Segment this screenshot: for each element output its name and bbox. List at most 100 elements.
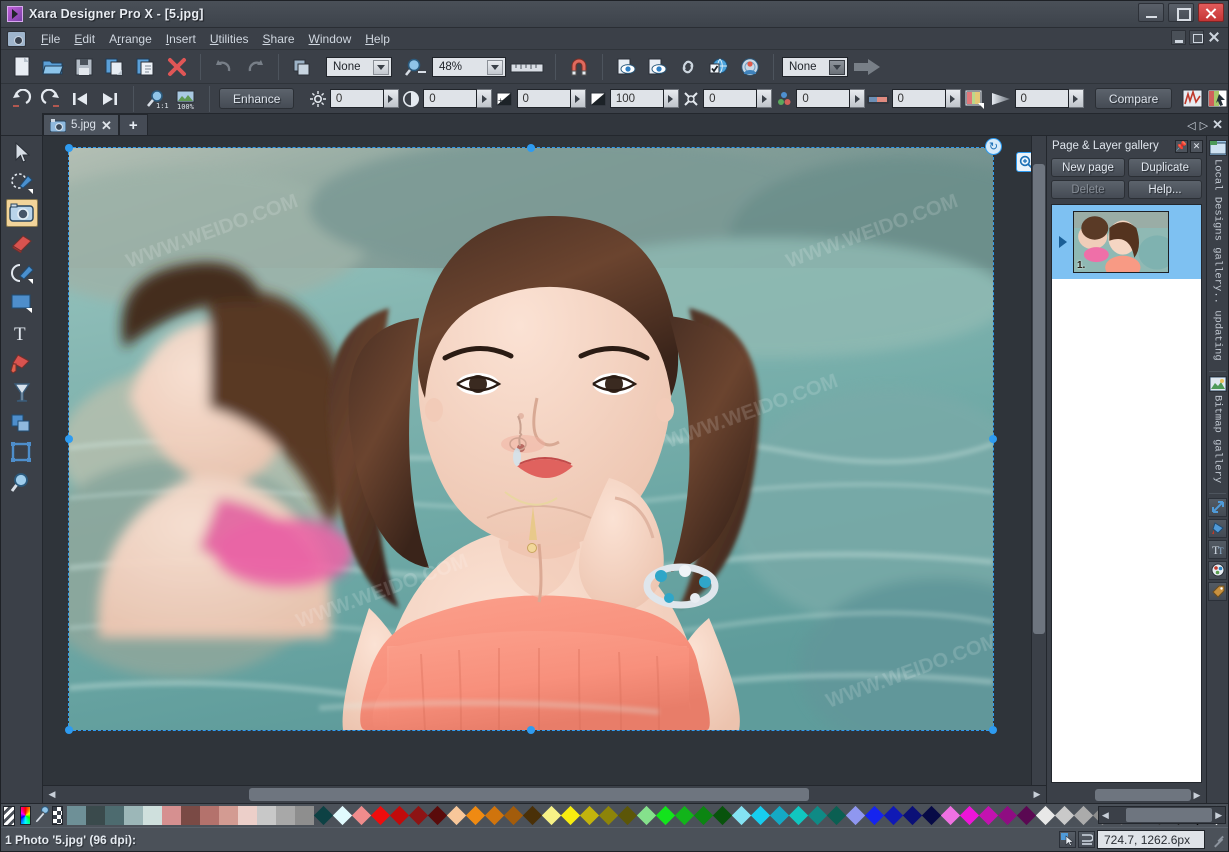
brightness-value[interactable]: 0 <box>329 89 384 108</box>
palette-swatch[interactable] <box>579 805 600 826</box>
palette-swatch[interactable] <box>332 805 353 826</box>
menu-item-arrange[interactable]: Arrange <box>102 30 159 48</box>
menu-item-window[interactable]: Window <box>302 30 359 48</box>
palette-swatch[interactable] <box>351 805 372 826</box>
shadow-tool[interactable] <box>6 409 38 437</box>
layer-select[interactable]: None <box>782 56 848 77</box>
gallery-footer-scroll[interactable]: ▶ <box>1047 787 1206 803</box>
selector-status-icon[interactable] <box>1059 831 1076 848</box>
temperature-value[interactable]: 0 <box>891 89 946 108</box>
transparency-spinner[interactable]: 0 <box>1014 89 1084 108</box>
vertical-scroll-thumb[interactable] <box>1033 164 1045 634</box>
horizontal-scroll-thumb[interactable] <box>249 788 809 801</box>
palette-scroll-right[interactable]: ▶ <box>1212 809 1225 822</box>
zoom-magnifier-icon[interactable] <box>401 53 431 81</box>
theme-swatch[interactable] <box>276 806 296 825</box>
palette-swatch[interactable] <box>313 805 334 826</box>
theme-swatch[interactable] <box>124 806 144 825</box>
palette-swatch[interactable] <box>522 805 543 826</box>
link-icon[interactable] <box>673 53 703 81</box>
levels-spinner[interactable]: 100 <box>609 89 679 108</box>
redo-icon[interactable] <box>240 53 270 81</box>
temperature-stepper[interactable] <box>945 89 961 108</box>
fill-tool[interactable] <box>6 349 38 377</box>
color-editor-icon[interactable] <box>1208 560 1227 580</box>
color-wheel-icon[interactable] <box>19 806 31 825</box>
palette-swatch[interactable] <box>921 805 942 826</box>
levels-value[interactable]: 100 <box>609 89 664 108</box>
save-icon[interactable] <box>69 53 99 81</box>
blur-stepper[interactable] <box>757 89 773 108</box>
palette-swatch[interactable] <box>370 805 391 826</box>
enhance-button[interactable]: Enhance <box>219 88 295 109</box>
palette-swatch[interactable] <box>655 805 676 826</box>
new-document-icon[interactable] <box>7 53 37 81</box>
eyedropper-icon[interactable] <box>31 806 51 825</box>
theme-swatch[interactable] <box>238 806 258 825</box>
delete-button[interactable]: Delete <box>1051 180 1125 199</box>
close-button[interactable] <box>1198 3 1224 22</box>
canvas-vertical-scrollbar[interactable] <box>1031 136 1046 785</box>
new-tab-button[interactable]: + <box>118 114 148 135</box>
brightness-spinner[interactable]: 0 <box>329 89 399 108</box>
name-tag-icon[interactable] <box>1208 581 1227 601</box>
gallery-scroll-thumb[interactable] <box>1095 789 1191 801</box>
next-photo-icon[interactable] <box>96 85 124 113</box>
palette-swatch[interactable] <box>560 805 581 826</box>
fill-properties-icon[interactable] <box>1208 518 1227 538</box>
chevron-down-icon[interactable] <box>487 59 503 75</box>
theme-swatch[interactable] <box>86 806 106 825</box>
minimize-button[interactable] <box>1138 3 1164 22</box>
color-select-icon[interactable] <box>1206 85 1228 113</box>
mdi-restore-button[interactable] <box>1189 30 1204 45</box>
gradient-fill-icon[interactable] <box>963 85 987 113</box>
text-tool[interactable]: T <box>6 319 38 347</box>
contrast-stepper[interactable] <box>477 89 493 108</box>
palette-swatch[interactable] <box>845 805 866 826</box>
maximize-button[interactable] <box>1168 3 1194 22</box>
show-preview-icon[interactable] <box>611 53 641 81</box>
menu-item-edit[interactable]: Edit <box>67 30 102 48</box>
zoom-100-percent-icon[interactable]: 100% <box>172 85 200 113</box>
palette-swatch[interactable] <box>1073 805 1094 826</box>
tab-5jpg[interactable]: 5.jpg ✕ <box>43 114 119 135</box>
canvas-horizontal-scrollbar[interactable]: ◀ ▶ <box>43 785 1046 803</box>
page-thumbnail[interactable]: 1. <box>1073 211 1169 273</box>
document-canvas[interactable]: WWW.WEIDO.COM WWW.WEIDO.COM WWW.WEIDO.CO… <box>43 136 1046 785</box>
undo-icon[interactable] <box>209 53 239 81</box>
palette-swatch[interactable] <box>636 805 657 826</box>
palette-swatch[interactable] <box>1054 805 1075 826</box>
zoom-1-to-1-icon[interactable]: 1:1 <box>143 85 171 113</box>
photo-camera-icon[interactable] <box>7 30 26 47</box>
bitmap-gallery-icon[interactable] <box>1208 375 1227 392</box>
sharpen-value[interactable]: 0 <box>516 89 571 108</box>
resize-grip-icon[interactable] <box>1210 833 1224 847</box>
palette-swatch[interactable] <box>389 805 410 826</box>
bitmap-gallery-label[interactable]: Bitmap gallery <box>1212 395 1224 483</box>
scroll-left-arrow[interactable]: ◀ <box>45 788 59 801</box>
histogram-icon[interactable] <box>1182 85 1204 113</box>
rotate-right-icon[interactable] <box>37 85 65 113</box>
photo-tool[interactable] <box>5 199 38 227</box>
palette-swatch[interactable] <box>541 805 562 826</box>
quality-select[interactable]: None <box>326 56 392 77</box>
eraser-tool[interactable] <box>6 229 38 257</box>
tab-next-icon[interactable]: ▷ <box>1200 119 1208 132</box>
snap-status-icon[interactable] <box>1078 831 1095 848</box>
transparency-tool[interactable] <box>6 379 38 407</box>
duplicate-button[interactable]: Duplicate <box>1128 158 1202 177</box>
no-color-icon[interactable] <box>3 805 15 826</box>
theme-swatch[interactable] <box>67 806 87 825</box>
tab-pane-close-icon[interactable]: ✕ <box>1212 117 1223 133</box>
palette-scroll-thumb[interactable] <box>1125 808 1213 822</box>
theme-swatch[interactable] <box>143 806 163 825</box>
zoom-level-select[interactable]: 48% <box>432 56 506 77</box>
expand-triangle-icon[interactable] <box>1059 236 1067 248</box>
compare-button[interactable]: Compare <box>1094 88 1173 109</box>
menu-item-utilities[interactable]: Utilities <box>203 30 256 48</box>
close-icon[interactable]: ✕ <box>1190 139 1203 153</box>
palette-scroll-left[interactable]: ◀ <box>1099 809 1112 822</box>
photo-object[interactable]: WWW.WEIDO.COM WWW.WEIDO.COM WWW.WEIDO.CO… <box>69 148 993 730</box>
levels-stepper[interactable] <box>663 89 679 108</box>
palette-swatch[interactable] <box>617 805 638 826</box>
